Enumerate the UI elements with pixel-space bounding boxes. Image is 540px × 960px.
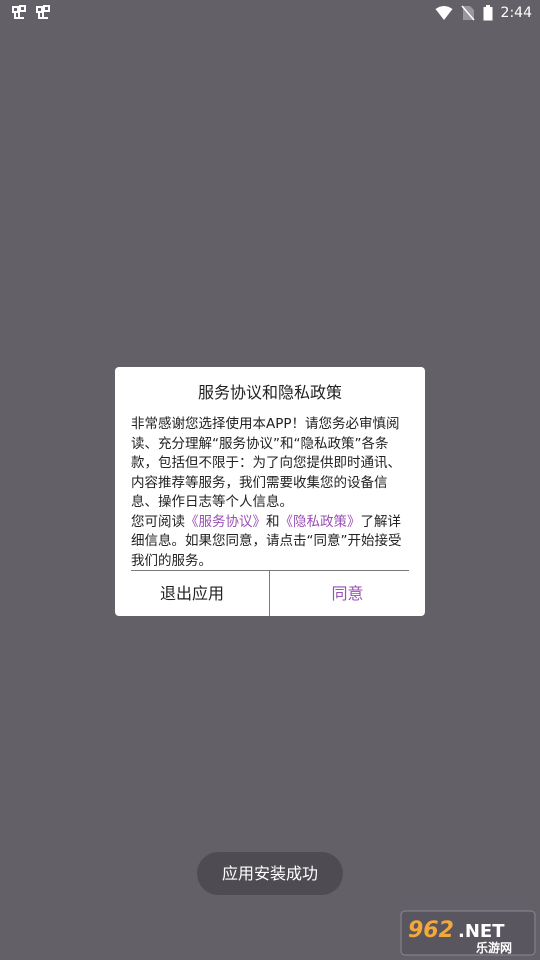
status-notifications [10, 3, 52, 21]
dialog-paragraph-links: 您可阅读《服务协议》和《隐私政策》了解详细信息。如果您同意，请点击“同意”开始接… [131, 513, 409, 572]
app-notification-icon [12, 5, 26, 19]
dialog-body: 非常感谢您选择使用本APP！请您务必审慎阅读、充分理解“服务协议”和“隐私政策”… [131, 415, 409, 571]
privacy-dialog: 服务协议和隐私政策 非常感谢您选择使用本APP！请您务必审慎阅读、充分理解“服务… [115, 367, 425, 616]
svg-text:.NET: .NET [458, 921, 505, 942]
agree-button[interactable]: 同意 [270, 571, 425, 616]
battery-icon [483, 5, 493, 21]
svg-text:962: 962 [408, 918, 454, 943]
no-sim-icon [460, 5, 475, 21]
wifi-icon [435, 6, 453, 20]
status-system-icons: 2:44 [435, 2, 532, 24]
status-bar: 2:44 [0, 0, 540, 26]
svg-text:乐游网: 乐游网 [476, 940, 512, 955]
site-watermark-logo: 962 .NET 乐游网 [400, 910, 536, 956]
exit-app-button[interactable]: 退出应用 [115, 571, 269, 616]
clock: 2:44 [500, 5, 532, 21]
screen: 2:44 服务协议和隐私政策 非常感谢您选择使用本APP！请您务必审慎阅读、充分… [0, 0, 540, 960]
and-text: 和 [266, 513, 280, 530]
app-notification-icon [36, 5, 50, 19]
read-prefix: 您可阅读 [131, 513, 185, 530]
privacy-policy-link[interactable]: 《隐私政策》 [280, 514, 361, 530]
install-success-toast: 应用安装成功 [197, 852, 343, 895]
dialog-paragraph: 非常感谢您选择使用本APP！请您务必审慎阅读、充分理解“服务协议”和“隐私政策”… [131, 416, 401, 510]
service-agreement-link[interactable]: 《服务协议》 [185, 514, 266, 530]
dialog-title: 服务协议和隐私政策 [197, 383, 342, 402]
